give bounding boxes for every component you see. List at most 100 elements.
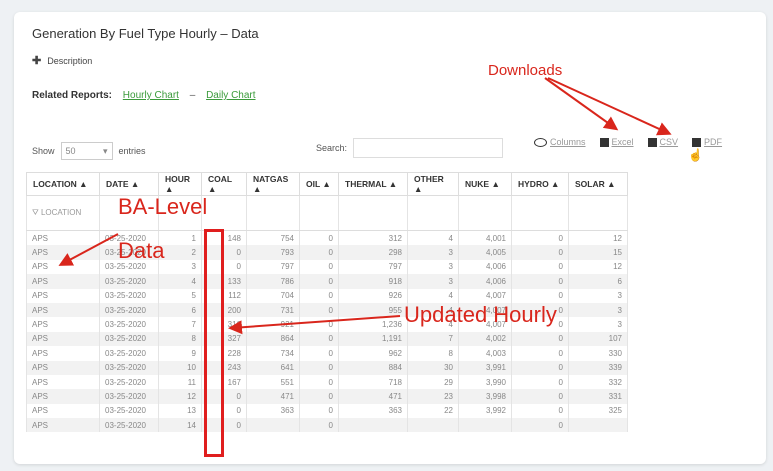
- cell-hour: 9: [158, 346, 202, 361]
- page-title: Generation By Fuel Type Hourly – Data: [32, 26, 259, 41]
- column-header-other[interactable]: OTHER ▲: [407, 172, 459, 196]
- cell-thermal: [338, 418, 408, 433]
- hourly-chart-link[interactable]: Hourly Chart: [123, 90, 179, 101]
- table-row: APS 03-25-2020 13 0 363 0 363 22 3,992 0 325: [26, 403, 628, 419]
- location-filter[interactable]: ⛛ LOCATION: [26, 195, 100, 231]
- column-header-solar[interactable]: SOLAR ▲: [568, 172, 628, 196]
- column-header-oil[interactable]: OIL ▲: [299, 172, 339, 196]
- table-row: APS 03-25-2020 14 0 0 0: [26, 418, 628, 433]
- pdf-button[interactable]: PDF: [692, 137, 722, 147]
- column-header-coal[interactable]: COAL ▲: [201, 172, 247, 196]
- cell-other: 29: [407, 374, 459, 390]
- excel-button[interactable]: Excel: [599, 137, 634, 147]
- cell-nuke: 4,005: [458, 245, 512, 260]
- filter-cell[interactable]: [338, 195, 408, 231]
- cell-other: 3: [407, 245, 459, 260]
- cell-nuke: 3,991: [458, 360, 512, 375]
- chevron-down-icon: ▾: [102, 145, 108, 156]
- related-reports: Related Reports: Hourly Chart – Daily Ch…: [32, 90, 256, 101]
- column-header-location[interactable]: LOCATION ▲: [26, 172, 100, 196]
- cell-thermal: 1,191: [338, 331, 408, 347]
- search-label: Search:: [316, 143, 348, 153]
- filter-icon: ⛛: [32, 208, 41, 217]
- ba-level-data-annotation: Data: [118, 238, 165, 263]
- cell-nuke: 3,992: [458, 403, 512, 419]
- cell-natgas: 754: [246, 230, 300, 246]
- cell-thermal: 797: [338, 259, 408, 275]
- cell-oil: 0: [299, 346, 339, 361]
- description-toggle[interactable]: ✚ Description: [32, 54, 92, 67]
- table-row: APS 03-25-2020 11 167 551 0 718 29 3,990 0 332: [26, 374, 628, 390]
- cell-date: 03-25-2020: [99, 288, 159, 303]
- cell-natgas: 471: [246, 389, 300, 404]
- search-control: Search:: [316, 138, 504, 158]
- cell-date: 03-25-2020: [99, 389, 159, 404]
- csv-button[interactable]: CSV: [647, 137, 678, 147]
- cell-date: 03-25-2020: [99, 302, 159, 318]
- cell-natgas: 641: [246, 360, 300, 375]
- cell-solar: 3: [568, 288, 628, 303]
- filter-cell[interactable]: [407, 195, 459, 231]
- columns-button[interactable]: Columns: [534, 137, 586, 147]
- filter-cell[interactable]: [201, 195, 247, 231]
- cell-solar: 331: [568, 389, 628, 404]
- column-header-hydro[interactable]: HYDRO ▲: [511, 172, 569, 196]
- cell-other: [407, 418, 459, 433]
- cell-natgas: 864: [246, 331, 300, 347]
- filter-cell[interactable]: [246, 195, 300, 231]
- cell-hour: 10: [158, 360, 202, 375]
- column-header-hour[interactable]: HOUR ▲: [158, 172, 202, 196]
- cell-solar: 107: [568, 331, 628, 347]
- cell-hour: 14: [158, 418, 202, 433]
- export-buttons: Columns Excel CSV PDF: [534, 137, 722, 147]
- cell-other: 3: [407, 259, 459, 275]
- cell-hydro: 0: [511, 331, 569, 347]
- daily-chart-link[interactable]: Daily Chart: [206, 90, 255, 101]
- cell-location: APS: [26, 302, 100, 318]
- cell-thermal: 1,236: [338, 317, 408, 332]
- filter-cell[interactable]: [299, 195, 339, 231]
- table-row: APS 03-25-2020 1 148 754 0 312 4 4,001 0 12: [26, 230, 628, 246]
- entries-select[interactable]: 50 ▾: [60, 142, 113, 160]
- downloads-annotation: Downloads: [488, 62, 563, 79]
- cell-oil: 0: [299, 389, 339, 404]
- search-input[interactable]: [353, 138, 504, 158]
- cell-hydro: 0: [511, 360, 569, 375]
- column-header-nuke[interactable]: NUKE ▲: [458, 172, 512, 196]
- cell-location: APS: [26, 259, 100, 275]
- related-separator: –: [189, 90, 196, 101]
- cell-oil: 0: [299, 302, 339, 318]
- cell-other: 4: [407, 230, 459, 246]
- cell-oil: 0: [299, 288, 339, 303]
- cell-location: APS: [26, 274, 100, 289]
- column-header-natgas[interactable]: NATGAS ▲: [246, 172, 300, 196]
- excel-label: Excel: [611, 137, 634, 147]
- cell-natgas: 786: [246, 274, 300, 289]
- cell-location: APS: [26, 288, 100, 303]
- cell-hydro: 0: [511, 274, 569, 289]
- column-header-thermal[interactable]: THERMAL ▲: [338, 172, 408, 196]
- cell-hour: 1: [158, 230, 202, 246]
- cell-solar: 3: [568, 317, 628, 332]
- cell-location: APS: [26, 245, 100, 260]
- table-row: APS 03-25-2020 5 112 704 0 926 4 4,007 0 3: [26, 288, 628, 303]
- filter-row: ⛛ LOCATION: [26, 195, 628, 231]
- column-header-date[interactable]: DATE ▲: [99, 172, 159, 196]
- cell-date: 03-25-2020: [99, 317, 159, 332]
- cell-oil: 0: [299, 374, 339, 390]
- location-filter-placeholder: LOCATION: [40, 208, 82, 217]
- table-header-row: LOCATION ▲ DATE ▲ HOUR ▲ COAL ▲ NATGAS ▲ OIL …: [26, 172, 628, 196]
- cell-date: 03-25-2020: [99, 374, 159, 390]
- cell-thermal: 955: [338, 302, 408, 318]
- filter-cell[interactable]: [568, 195, 628, 231]
- cell-location: APS: [26, 403, 100, 419]
- filter-cell[interactable]: [511, 195, 569, 231]
- cell-date: 03-25-2020: [99, 360, 159, 375]
- cell-date: 03-25-2020: [99, 274, 159, 289]
- cell-solar: [568, 418, 628, 433]
- cell-hydro: 0: [511, 389, 569, 404]
- cell-thermal: 918: [338, 274, 408, 289]
- cell-other: 23: [407, 389, 459, 404]
- cell-hour: 6: [158, 302, 202, 318]
- filter-cell[interactable]: [458, 195, 512, 231]
